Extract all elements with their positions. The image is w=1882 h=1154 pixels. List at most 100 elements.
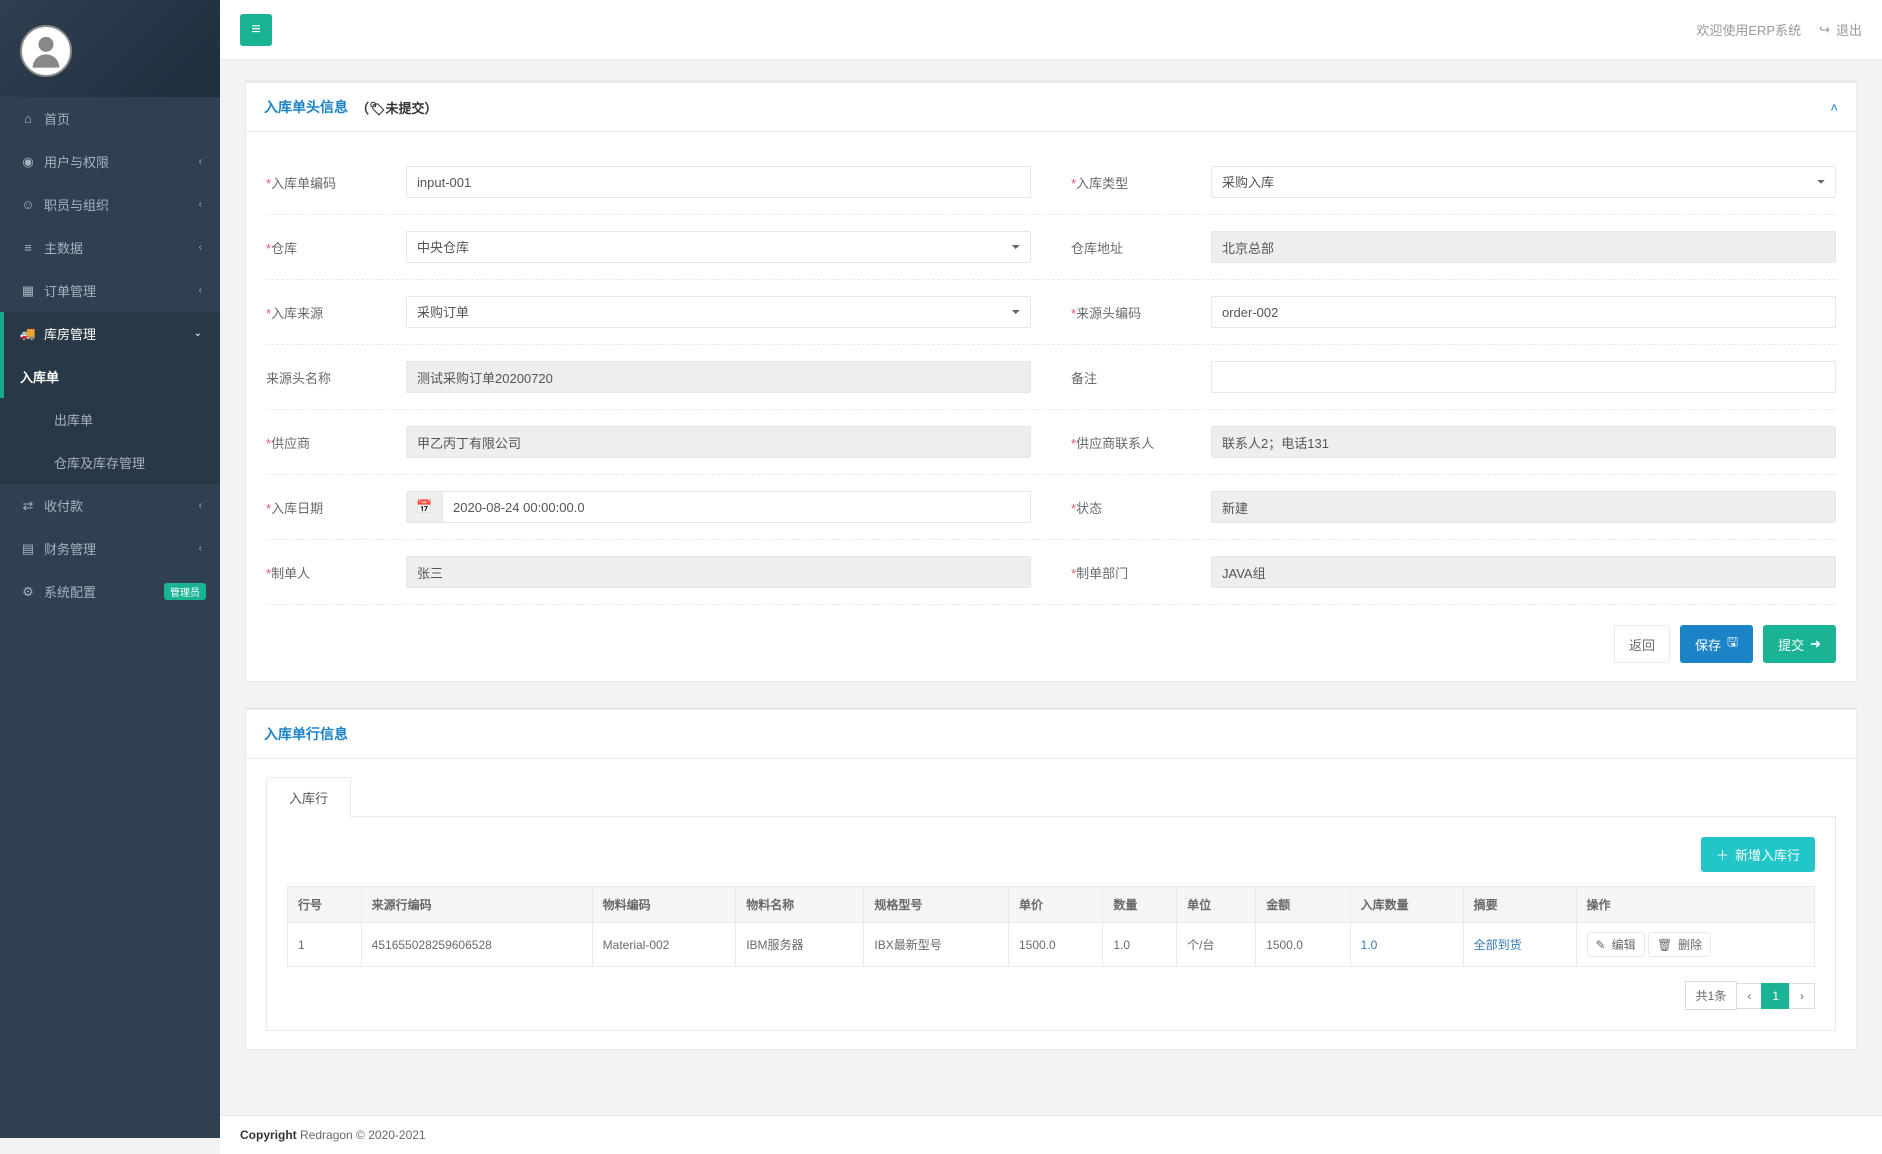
panel-body: *入库单编码 *入库类型 采购入库 *仓库 中央仓库 仓库地址 — [246, 132, 1856, 681]
chevron-down-icon: ⌄ — [194, 328, 202, 339]
logout-icon: ↪ — [1819, 22, 1830, 38]
tabs: 入库行 — [266, 777, 1836, 817]
nav-finance[interactable]: ▤财务管理‹ — [0, 527, 220, 570]
th-input-qty: 入库数量 — [1350, 887, 1463, 923]
menu-toggle-button[interactable]: ≡ — [240, 14, 272, 46]
admin-badge: 管理员 — [164, 583, 206, 600]
logout-link[interactable]: ↪退出 — [1819, 20, 1862, 39]
line-panel-header: 入库单行信息 — [246, 710, 1856, 759]
tab-content: ＋ 新增入库行 行号 来源行编码 物料编码 物料名称 规格型号 单价 数量 — [266, 817, 1836, 1031]
th-material-code: 物料编码 — [592, 887, 736, 923]
table-header-row: 行号 来源行编码 物料编码 物料名称 规格型号 单价 数量 单位 金额 入库数量 — [288, 887, 1815, 923]
td-input-qty: 1.0 — [1350, 923, 1463, 967]
nav-home[interactable]: ⌂首页 — [0, 97, 220, 140]
back-button[interactable]: 返回 — [1614, 625, 1670, 663]
th-source-line-code: 来源行编码 — [361, 887, 592, 923]
dept-label: *制单部门 — [1071, 563, 1191, 582]
nav-sub-inbound[interactable]: 入库单 — [0, 355, 220, 398]
status-field — [1211, 491, 1836, 523]
edit-icon: ✎ — [1596, 938, 1606, 952]
input-date-label: *入库日期 — [266, 498, 386, 517]
th-qty: 数量 — [1103, 887, 1177, 923]
input-type-select[interactable]: 采购入库 — [1211, 166, 1836, 198]
warehouse-addr-label: 仓库地址 — [1071, 238, 1191, 257]
memo-field[interactable] — [1211, 361, 1836, 393]
avatar[interactable] — [20, 25, 72, 77]
input-code-label: *入库单编码 — [266, 173, 386, 192]
user-icon — [26, 31, 66, 71]
th-row-num: 行号 — [288, 887, 362, 923]
th-summary: 摘要 — [1463, 887, 1576, 923]
source-head-name-label: 来源头名称 — [266, 368, 386, 387]
td-unit: 个/台 — [1177, 923, 1256, 967]
chevron-left-icon: ‹ — [199, 156, 202, 167]
tab-inbound-lines[interactable]: 入库行 — [266, 777, 351, 817]
nav-payments[interactable]: ⇄收付款‹ — [0, 484, 220, 527]
edit-button[interactable]: ✎ 编辑 — [1587, 932, 1645, 957]
nav-sub-stock[interactable]: 仓库及库存管理 — [0, 441, 220, 484]
page-total: 共1条 — [1685, 981, 1738, 1010]
nav-sub-outbound[interactable]: 出库单 — [0, 398, 220, 441]
summary-link[interactable]: 全部到货 — [1474, 938, 1522, 952]
topbar-right: 欢迎使用ERP系统 ↪退出 — [1696, 20, 1862, 39]
add-line-button[interactable]: ＋ 新增入库行 — [1701, 837, 1815, 872]
dept-field — [1211, 556, 1836, 588]
trash-icon: 🗑 — [1657, 938, 1672, 952]
line-panel-body: 入库行 ＋ 新增入库行 行号 来源行编码 物料编码 物料名称 — [246, 759, 1856, 1049]
th-amount: 金额 — [1256, 887, 1350, 923]
nav-label: 订单管理 — [44, 281, 96, 300]
warehouse-addr-field — [1211, 231, 1836, 263]
th-price: 单价 — [1008, 887, 1102, 923]
status-label: *状态 — [1071, 498, 1191, 517]
source-head-name-field — [406, 361, 1031, 393]
nav-users[interactable]: ◉用户与权限‹ — [0, 140, 220, 183]
line-panel: 入库单行信息 入库行 ＋ 新增入库行 行号 来源行编码 — [245, 707, 1857, 1050]
warehouse-select[interactable]: 中央仓库 — [406, 231, 1031, 263]
chevron-left-icon: ‹ — [199, 543, 202, 554]
person-icon: ☺ — [20, 197, 36, 212]
input-code-field[interactable] — [406, 166, 1031, 198]
page-prev[interactable]: ‹ — [1736, 983, 1762, 1009]
td-material-code: Material-002 — [592, 923, 736, 967]
save-button[interactable]: 保存 🖫 — [1680, 625, 1753, 663]
td-material-name: IBM服务器 — [736, 923, 864, 967]
nav-orders[interactable]: ▦订单管理‹ — [0, 269, 220, 312]
exchange-icon: ⇄ — [20, 498, 36, 514]
footer: Copyright Redragon © 2020-2021 — [220, 1115, 1882, 1154]
chart-icon: ▤ — [20, 541, 36, 557]
td-amount: 1500.0 — [1256, 923, 1350, 967]
nav-sub: 入库单 出库单 仓库及库存管理 — [0, 355, 220, 484]
td-spec: IBX最新型号 — [864, 923, 1009, 967]
nav-label: 库房管理 — [44, 324, 96, 343]
supplier-contact-field — [1211, 426, 1836, 458]
page-current[interactable]: 1 — [1761, 983, 1790, 1009]
page-next[interactable]: › — [1789, 983, 1815, 1009]
input-source-select[interactable]: 采购订单 — [406, 296, 1031, 328]
nav-master-data[interactable]: ≡主数据‹ — [0, 226, 220, 269]
nav-sub-label: 仓库及库存管理 — [54, 453, 145, 472]
input-date-field[interactable] — [442, 491, 1031, 523]
topbar: ≡ 欢迎使用ERP系统 ↪退出 — [220, 0, 1882, 60]
table-row: 1 451655028259606528 Material-002 IBM服务器… — [288, 923, 1815, 967]
nav-staff[interactable]: ☺职员与组织‹ — [0, 183, 220, 226]
nav-settings[interactable]: ⚙系统配置管理员 — [0, 570, 220, 613]
nav-warehouse[interactable]: 🚚 库房管理 ⌄ 入库单 出库单 仓库及库存管理 — [0, 312, 220, 484]
warehouse-label: *仓库 — [266, 238, 386, 257]
supplier-contact-label: *供应商联系人 — [1071, 433, 1191, 452]
source-head-code-field[interactable] — [1211, 296, 1836, 328]
calendar-icon[interactable]: 📅 — [406, 491, 442, 523]
sidebar: ⌂首页 ◉用户与权限‹ ☺职员与组织‹ ≡主数据‹ ▦订单管理‹ 🚚 库房管理 ⌄ … — [0, 0, 220, 1138]
input-qty-link[interactable]: 1.0 — [1361, 938, 1378, 952]
chevron-up-icon[interactable]: ˄ — [1830, 100, 1838, 115]
delete-button[interactable]: 🗑 删除 — [1648, 932, 1711, 957]
truck-icon: 🚚 — [20, 326, 36, 342]
nav-sub-label: 入库单 — [20, 367, 59, 386]
status-tag: （🏷未提交） — [356, 98, 438, 117]
panel-header: 入库单头信息 （🏷未提交） ˄ — [246, 83, 1856, 132]
nav-label: 主数据 — [44, 238, 83, 257]
button-row: 返回 保存 🖫 提交 ➜ — [266, 605, 1836, 663]
nav-list: ⌂首页 ◉用户与权限‹ ☺职员与组织‹ ≡主数据‹ ▦订单管理‹ 🚚 库房管理 ⌄ … — [0, 97, 220, 613]
creator-label: *制单人 — [266, 563, 386, 582]
arrow-right-icon: ➜ — [1810, 636, 1821, 652]
submit-button[interactable]: 提交 ➜ — [1763, 625, 1836, 663]
